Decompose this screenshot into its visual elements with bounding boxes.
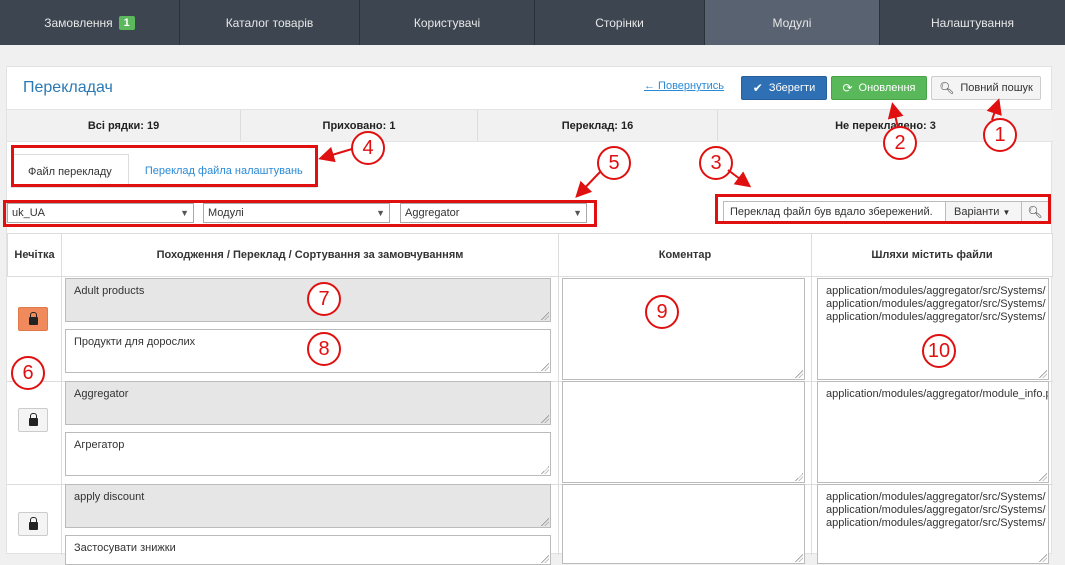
refresh-icon: ⟳ xyxy=(842,81,853,95)
paths-field[interactable]: application/modules/aggregator/module_in… xyxy=(817,381,1049,483)
nav-tab-settings[interactable]: Налаштування xyxy=(880,0,1065,45)
nav-tab-orders[interactable]: Замовлення 1 xyxy=(0,0,180,45)
nav-tab-orders-label: Замовлення xyxy=(44,15,113,30)
nav-tab-pages-label: Сторінки xyxy=(595,15,644,30)
page-title: Перекладач xyxy=(23,79,113,96)
orders-count-badge: 1 xyxy=(118,15,135,30)
annotation-box-filters xyxy=(3,200,597,227)
resize-grip-icon[interactable] xyxy=(541,555,549,563)
col-header-odd: Нечітка xyxy=(7,233,62,277)
annotation-number: 10 xyxy=(922,334,956,368)
lock-icon xyxy=(28,517,38,530)
annotation-number: 6 xyxy=(11,356,45,390)
back-link[interactable]: ← Повернутись xyxy=(644,80,724,92)
resize-grip-icon[interactable] xyxy=(541,312,549,320)
origin-field[interactable]: Aggregator xyxy=(65,381,551,425)
origin-field[interactable]: apply discount xyxy=(65,484,551,528)
comment-field[interactable] xyxy=(562,484,805,564)
col-divider xyxy=(61,277,62,555)
nav-tab-catalog[interactable]: Каталог товарів xyxy=(180,0,360,45)
resize-grip-icon[interactable] xyxy=(1039,370,1047,378)
lock-icon xyxy=(28,312,38,325)
paths-field[interactable]: application/modules/aggregator/src/Syste… xyxy=(817,484,1049,564)
check-icon: ✔ xyxy=(752,81,763,95)
nav-tab-users-label: Користувачі xyxy=(413,15,481,30)
fuzzy-lock-button[interactable] xyxy=(18,512,48,536)
resize-grip-icon[interactable] xyxy=(795,370,803,378)
save-button-label: Зберегти xyxy=(768,82,816,94)
update-button-label: Оновлення xyxy=(858,82,916,94)
search-icon: 🔍︎ xyxy=(939,81,955,95)
annotation-number: 2 xyxy=(883,126,917,160)
nav-tab-pages[interactable]: Сторінки xyxy=(535,0,705,45)
translation-field[interactable]: Агрегатор xyxy=(65,432,551,476)
annotation-number: 4 xyxy=(351,131,385,165)
resize-grip-icon[interactable] xyxy=(1039,473,1047,481)
nav-tab-modules-label: Модулі xyxy=(772,15,812,30)
lock-icon xyxy=(28,413,38,426)
nav-tab-catalog-label: Каталог товарів xyxy=(225,15,314,30)
resize-grip-icon[interactable] xyxy=(1039,554,1047,562)
top-navigation: Замовлення 1 Каталог товарів Користувачі… xyxy=(0,0,1065,45)
resize-grip-icon[interactable] xyxy=(541,466,549,474)
annotation-number: 5 xyxy=(597,146,631,180)
annotation-box-tabs xyxy=(11,145,318,187)
col-header-comment: Коментар xyxy=(558,233,812,277)
tabs-divider xyxy=(11,187,317,188)
save-button[interactable]: ✔ Зберегти xyxy=(741,76,827,100)
annotation-number: 7 xyxy=(307,282,341,316)
nav-tab-modules[interactable]: Модулі xyxy=(705,0,880,45)
comment-field[interactable] xyxy=(562,278,805,380)
resize-grip-icon[interactable] xyxy=(541,518,549,526)
annotation-number: 1 xyxy=(983,118,1017,152)
col-divider xyxy=(558,277,559,555)
fuzzy-lock-button[interactable] xyxy=(18,408,48,432)
fuzzy-lock-button[interactable] xyxy=(18,307,48,331)
col-divider xyxy=(811,277,812,555)
col-header-origin: Походження / Переклад / Сортування за за… xyxy=(61,233,559,277)
translation-field[interactable]: Застосувати знижки xyxy=(65,535,551,565)
nav-tab-settings-label: Налаштування xyxy=(931,15,1014,30)
annotation-number: 9 xyxy=(645,295,679,329)
resize-grip-icon[interactable] xyxy=(795,554,803,562)
comment-field[interactable] xyxy=(562,381,805,483)
nav-tab-users[interactable]: Користувачі xyxy=(360,0,535,45)
annotation-number: 3 xyxy=(699,146,733,180)
full-search-button-label: Повний пошук xyxy=(960,82,1033,94)
update-button[interactable]: ⟳ Оновлення xyxy=(831,76,927,100)
resize-grip-icon[interactable] xyxy=(541,415,549,423)
annotation-number: 8 xyxy=(307,332,341,366)
full-search-button[interactable]: 🔍︎ Повний пошук xyxy=(931,76,1041,100)
col-header-paths: Шляхи містить файли xyxy=(811,233,1053,277)
annotation-box-search xyxy=(715,194,1051,224)
resize-grip-icon[interactable] xyxy=(541,363,549,371)
stat-translated[interactable]: Переклад: 16 xyxy=(478,110,718,141)
translations-table: Нечітка Походження / Переклад / Сортуван… xyxy=(7,233,1053,565)
stat-all-rows[interactable]: Всі рядки: 19 xyxy=(7,110,241,141)
resize-grip-icon[interactable] xyxy=(795,473,803,481)
